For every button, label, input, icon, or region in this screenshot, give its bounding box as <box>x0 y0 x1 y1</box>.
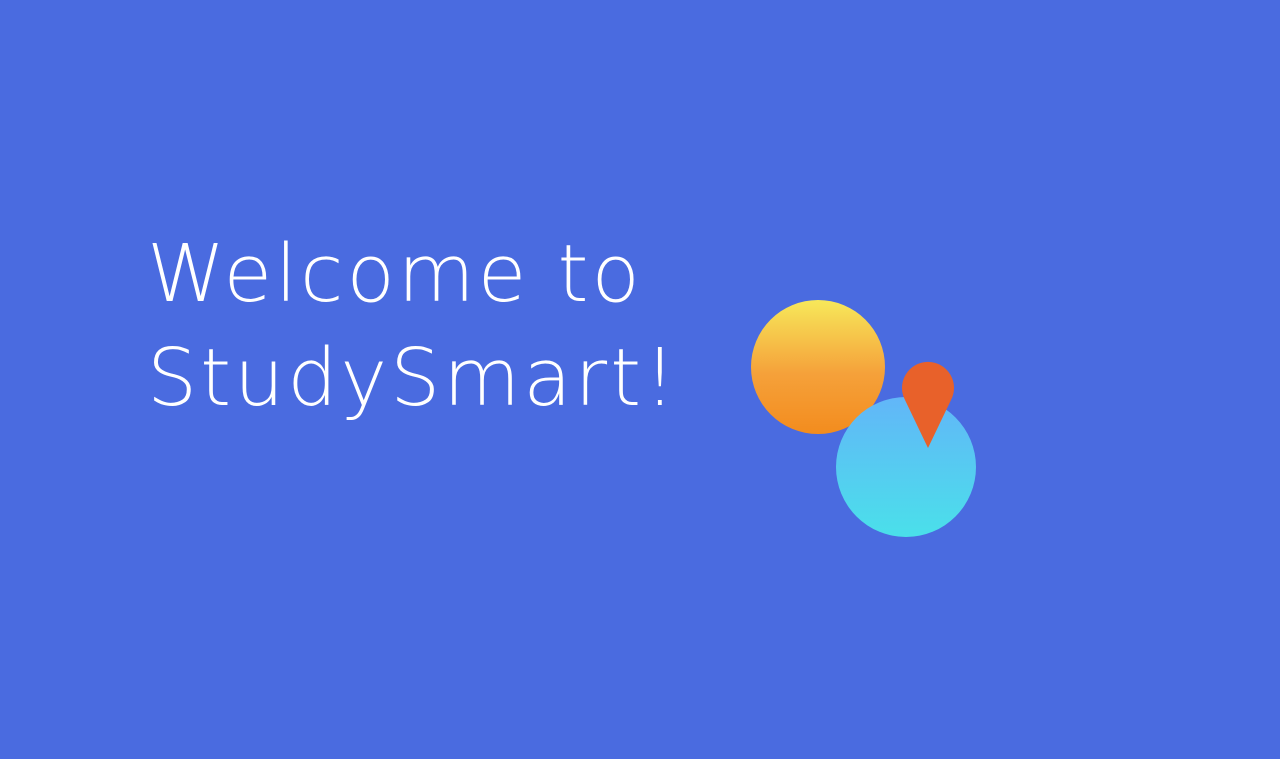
studysmart-logo-icon <box>751 300 976 537</box>
globe-circle <box>836 397 976 537</box>
welcome-heading: Welcome to StudySmart! <box>147 222 679 430</box>
welcome-screen: Welcome to StudySmart! <box>0 0 1280 759</box>
welcome-heading-line-2: StudySmart! <box>147 332 679 424</box>
welcome-heading-line-1: Welcome to <box>147 228 643 320</box>
